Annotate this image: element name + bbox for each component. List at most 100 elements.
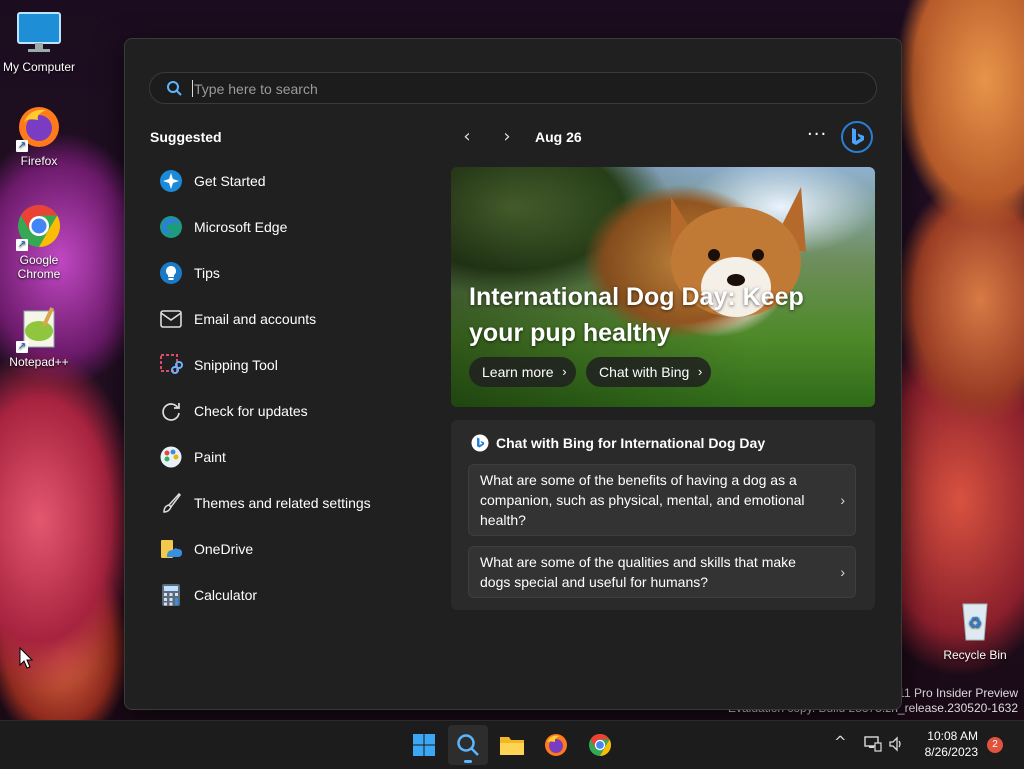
taskbar-chrome[interactable] bbox=[580, 725, 620, 765]
windows-logo-icon bbox=[413, 734, 435, 756]
chrome-icon: ↗ bbox=[16, 203, 62, 251]
bing-chat-card: Chat with Bing for International Dog Day… bbox=[451, 420, 875, 610]
start-button[interactable] bbox=[404, 725, 444, 765]
desktop-icon-notepadpp[interactable]: ↗ Notepad++ bbox=[1, 305, 77, 369]
notification-badge[interactable]: 2 bbox=[987, 737, 1003, 753]
suggested-item-tips[interactable]: Tips bbox=[149, 250, 429, 296]
suggested-item-label: Email and accounts bbox=[194, 311, 317, 327]
question-text: What are some of the benefits of having … bbox=[480, 472, 805, 528]
monitor-icon bbox=[16, 10, 62, 56]
search-input[interactable] bbox=[192, 77, 856, 101]
search-panel: Suggested Get Started Microsoft Edge Tip… bbox=[124, 38, 902, 710]
taskbar-firefox[interactable] bbox=[536, 725, 576, 765]
calculator-icon bbox=[159, 583, 183, 607]
mail-icon bbox=[159, 307, 183, 331]
desktop-icon-label: Recycle Bin bbox=[943, 648, 1007, 662]
mouse-pointer-icon bbox=[19, 647, 33, 669]
system-clock[interactable]: 10:08 AM 8/26/2023 bbox=[925, 728, 978, 760]
volume-icon[interactable] bbox=[888, 736, 904, 752]
bing-icon[interactable] bbox=[840, 120, 874, 154]
learn-more-label: Learn more bbox=[482, 364, 554, 380]
firefox-icon bbox=[545, 734, 567, 756]
desktop-icon-recycle-bin[interactable]: ♻ Recycle Bin bbox=[937, 598, 1013, 662]
search-icon bbox=[167, 81, 182, 96]
show-hidden-icons-chevron-up-icon[interactable]: ^ bbox=[834, 733, 847, 751]
bing-icon bbox=[471, 434, 489, 452]
shortcut-arrow-icon: ↗ bbox=[16, 341, 28, 353]
question-text: What are some of the qualities and skill… bbox=[480, 554, 796, 590]
suggested-item-label: Check for updates bbox=[194, 403, 308, 419]
search-box[interactable] bbox=[149, 72, 877, 104]
svg-text:♻: ♻ bbox=[968, 613, 982, 632]
edge-icon bbox=[159, 215, 183, 239]
get-started-icon bbox=[159, 169, 183, 193]
suggested-item-label: Snipping Tool bbox=[194, 357, 278, 373]
bing-question-1[interactable]: What are some of the benefits of having … bbox=[468, 464, 856, 536]
recycle-bin-icon: ♻ bbox=[952, 598, 998, 644]
suggested-item-edge[interactable]: Microsoft Edge bbox=[149, 204, 429, 250]
network-icon[interactable] bbox=[864, 736, 882, 752]
suggested-item-label: Tips bbox=[194, 265, 220, 281]
chevron-right-icon: › bbox=[840, 492, 845, 508]
watermark-line1: s 11 Pro Insider Preview bbox=[888, 686, 1018, 700]
snipping-tool-icon bbox=[159, 353, 183, 377]
chrome-icon bbox=[589, 734, 611, 756]
suggested-item-themes[interactable]: Themes and related settings bbox=[149, 480, 429, 526]
chat-card-header: Chat with Bing for International Dog Day bbox=[471, 434, 765, 452]
notepadpp-icon: ↗ bbox=[16, 305, 62, 353]
chat-with-bing-label: Chat with Bing bbox=[599, 364, 690, 380]
desktop-icon-label: My Computer bbox=[2, 60, 76, 74]
hero-title: International Dog Day: Keep your pup hea… bbox=[469, 283, 804, 347]
desktop-icon-label: Firefox bbox=[20, 154, 58, 168]
taskbar-file-explorer[interactable] bbox=[492, 725, 532, 765]
taskbar: ^ 10:08 AM 8/26/2023 2 bbox=[0, 720, 1024, 769]
tips-icon bbox=[159, 261, 183, 285]
learn-more-button[interactable]: Learn more › bbox=[469, 357, 576, 387]
taskbar-search-button[interactable] bbox=[448, 725, 488, 765]
suggested-item-calculator[interactable]: Calculator bbox=[149, 572, 429, 618]
desktop-icon-label: Google Chrome bbox=[17, 253, 61, 281]
chevron-right-icon: › bbox=[840, 564, 845, 580]
desktop-icon-label: Notepad++ bbox=[9, 355, 69, 369]
firefox-icon: ↗ bbox=[16, 104, 62, 152]
brush-icon bbox=[159, 491, 183, 515]
paint-icon bbox=[159, 445, 183, 469]
desktop-icon-my-computer[interactable]: My Computer bbox=[1, 10, 77, 74]
refresh-icon bbox=[159, 399, 183, 423]
suggested-item-paint[interactable]: Paint bbox=[149, 434, 429, 480]
suggested-item-snipping-tool[interactable]: Snipping Tool bbox=[149, 342, 429, 388]
bing-question-2[interactable]: What are some of the qualities and skill… bbox=[468, 546, 856, 598]
suggested-item-label: OneDrive bbox=[194, 541, 254, 557]
desktop-icon-chrome[interactable]: ↗ Google Chrome bbox=[1, 203, 77, 281]
clock-time: 10:08 AM bbox=[927, 729, 978, 743]
suggested-item-label: Themes and related settings bbox=[194, 495, 371, 511]
previous-button[interactable]: ‹ bbox=[457, 126, 477, 150]
suggested-item-label: Calculator bbox=[194, 587, 258, 603]
highlights-nav: ‹ › Aug 26 ··· bbox=[455, 121, 875, 153]
chevron-right-icon: › bbox=[697, 364, 703, 379]
suggested-item-onedrive[interactable]: OneDrive bbox=[149, 526, 429, 572]
onedrive-icon bbox=[159, 537, 183, 561]
suggested-item-label: Paint bbox=[194, 449, 226, 465]
suggested-item-check-updates[interactable]: Check for updates bbox=[149, 388, 429, 434]
suggested-heading: Suggested bbox=[150, 129, 222, 145]
folder-icon bbox=[500, 737, 524, 755]
clock-date: 8/26/2023 bbox=[924, 745, 978, 759]
suggested-item-label: Get Started bbox=[194, 173, 266, 189]
suggested-item-email[interactable]: Email and accounts bbox=[149, 296, 429, 342]
chat-card-title: Chat with Bing for International Dog Day bbox=[496, 435, 766, 451]
search-icon bbox=[457, 734, 479, 756]
suggested-item-label: Microsoft Edge bbox=[194, 219, 288, 235]
chevron-right-icon: › bbox=[562, 364, 567, 379]
suggested-item-get-started[interactable]: Get Started bbox=[149, 158, 429, 204]
chevron-left-icon: ‹ bbox=[463, 126, 471, 147]
more-options-button[interactable]: ··· bbox=[807, 124, 827, 145]
hero-card[interactable]: International Dog Day: Keep your pup hea… bbox=[451, 167, 875, 407]
desktop-icon-firefox[interactable]: ↗ Firefox bbox=[1, 104, 77, 168]
shortcut-arrow-icon: ↗ bbox=[16, 140, 28, 152]
highlights-date: Aug 26 bbox=[535, 129, 582, 145]
next-button[interactable]: › bbox=[497, 126, 517, 150]
chevron-right-icon: › bbox=[503, 126, 511, 147]
shortcut-arrow-icon: ↗ bbox=[16, 239, 28, 251]
chat-with-bing-button[interactable]: Chat with Bing › bbox=[586, 357, 712, 387]
